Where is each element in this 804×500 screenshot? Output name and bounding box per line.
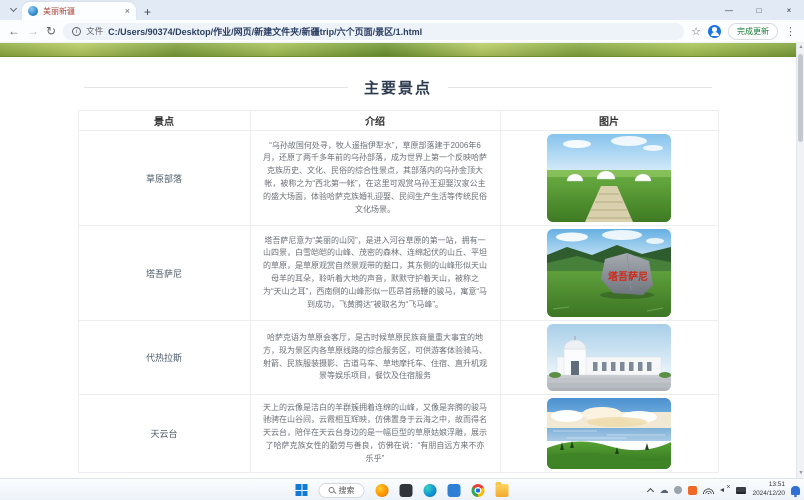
- web-page: 主要景点 景点 介绍 图片 草原部落 “乌孙故国何处寻，牧人遥指伊犁水”，草原部…: [0, 77, 804, 498]
- tab-favicon-globe-icon: [28, 6, 38, 16]
- tray-expand-icon[interactable]: [647, 487, 654, 494]
- profile-icon[interactable]: [708, 25, 721, 38]
- title-divider-right: [448, 87, 712, 88]
- tab-close-icon[interactable]: ×: [125, 7, 130, 16]
- page-viewport: 主要景点 景点 介绍 图片 草原部落 “乌孙故国何处寻，牧人遥指伊犁水”，草原部…: [0, 43, 804, 478]
- vscode-icon[interactable]: [448, 484, 461, 497]
- tianyuntai-photo: [547, 398, 671, 469]
- tab-title: 美丽新疆: [43, 6, 120, 17]
- dark-app-icon[interactable]: [400, 484, 413, 497]
- scroll-up-icon[interactable]: ▲: [797, 43, 804, 52]
- laptop-icon[interactable]: [736, 487, 746, 494]
- page-title-row: 主要景点: [84, 77, 712, 98]
- table-row: 草原部落 “乌孙故国何处寻，牧人遥指伊犁水”，草原部落建于2006年6月，还原了…: [78, 131, 718, 226]
- wifi-icon[interactable]: [703, 487, 714, 494]
- grassland-tribe-photo: [547, 134, 671, 222]
- header-image: 图片: [500, 111, 718, 131]
- notification-bell-icon[interactable]: [791, 486, 800, 495]
- attraction-name-cell: 天云台: [78, 395, 250, 473]
- taskbar: 搜索 ☁ 13:51 2024/12/20: [0, 478, 804, 500]
- reload-button[interactable]: ↻: [46, 25, 56, 37]
- tab-strip: 美丽新疆 × + — □ ×: [0, 0, 804, 20]
- system-tray: ☁ 13:51 2024/12/20: [648, 479, 800, 500]
- scroll-thumb[interactable]: [798, 54, 803, 142]
- firefox-icon[interactable]: [376, 484, 389, 497]
- back-button[interactable]: ←: [8, 25, 20, 37]
- table-row: 塔吾萨尼 塔吾萨尼意为“美丽的山冈”，是进入河谷草原的第一站，拥有一山四景，白雪…: [78, 226, 718, 321]
- search-icon: [329, 487, 335, 493]
- time-text: 13:51: [752, 481, 785, 490]
- update-button[interactable]: 完成更新: [728, 23, 778, 40]
- scroll-down-icon[interactable]: ▼: [797, 469, 804, 478]
- attraction-name-cell: 草原部落: [78, 131, 250, 226]
- url-text: C:/Users/90374/Desktop/作业/网页/新建文件夹/新疆tri…: [108, 25, 422, 38]
- attraction-intro-cell: 哈萨克语为草原会客厅，是古时候草原民族商量重大事宜的地方，现为景区内各草原线路的…: [250, 321, 500, 395]
- file-explorer-icon[interactable]: [496, 484, 509, 497]
- title-divider-left: [84, 87, 348, 88]
- scheme-label: 文件: [86, 25, 103, 37]
- bookmark-star-icon[interactable]: ☆: [691, 25, 701, 38]
- new-tab-button[interactable]: +: [144, 6, 151, 18]
- tray-app-orange-icon[interactable]: [688, 486, 697, 495]
- taskbar-center: 搜索: [296, 479, 509, 500]
- info-icon[interactable]: i: [72, 27, 81, 36]
- maximize-button[interactable]: □: [744, 0, 774, 20]
- attraction-intro-cell: “乌孙故国何处寻，牧人遥指伊犁水”，草原部落建于2006年6月，还原了两千多年前…: [250, 131, 500, 226]
- header-intro: 介绍: [250, 111, 500, 131]
- table-header-row: 景点 介绍 图片: [78, 111, 718, 131]
- attraction-name-cell: 塔吾萨尼: [78, 226, 250, 321]
- attraction-image-cell: [500, 321, 718, 395]
- omnibox[interactable]: i 文件 C:/Users/90374/Desktop/作业/网页/新建文件夹/…: [63, 23, 684, 40]
- browser-toolbar: ← → ↻ i 文件 C:/Users/90374/Desktop/作业/网页/…: [0, 20, 804, 43]
- grass-banner-image: [0, 43, 804, 57]
- attraction-intro-cell: 塔吾萨尼意为“美丽的山冈”，是进入河谷草原的第一站，拥有一山四景，白雪皑皑的山峰…: [250, 226, 500, 321]
- weather-cloud-icon[interactable]: ☁: [659, 486, 668, 495]
- attraction-name-cell: 代热拉斯: [78, 321, 250, 395]
- page-scrollbar: ▲ ▼: [796, 43, 804, 478]
- page-title: 主要景点: [364, 77, 432, 98]
- attraction-intro-cell: 天上的云像是洁白的羊群簇拥着连绵的山峰，又像是奔腾的骏马驰骋在山谷间，云霞相互辉…: [250, 395, 500, 473]
- clock[interactable]: 13:51 2024/12/20: [752, 481, 785, 499]
- rock-inscription: 塔吾萨尼: [608, 270, 648, 283]
- date-text: 2024/12/20: [752, 490, 785, 499]
- close-button[interactable]: ×: [774, 0, 804, 20]
- tray-app-icon[interactable]: [674, 486, 682, 494]
- minimize-button[interactable]: —: [714, 0, 744, 20]
- start-button[interactable]: [296, 484, 308, 496]
- header-attraction: 景点: [78, 111, 250, 131]
- attraction-image-cell: 塔吾萨尼: [500, 226, 718, 321]
- edge-icon[interactable]: [424, 484, 437, 497]
- attractions-table: 景点 介绍 图片 草原部落 “乌孙故国何处寻，牧人遥指伊犁水”，草原部落建于20…: [78, 110, 719, 473]
- chevron-down-icon: [9, 5, 16, 12]
- attraction-image-cell: [500, 131, 718, 226]
- table-row: 天云台 天上的云像是洁白的羊群簇拥着连绵的山峰，又像是奔腾的骏马驰骋在山谷间，云…: [78, 395, 718, 473]
- taskbar-search[interactable]: 搜索: [319, 483, 365, 498]
- menu-icon[interactable]: ⋮: [785, 25, 796, 38]
- forward-button[interactable]: →: [27, 25, 39, 37]
- search-label: 搜索: [339, 485, 355, 496]
- tawusani-photo: 塔吾萨尼: [547, 229, 671, 317]
- table-row: 代热拉斯 哈萨克语为草原会客厅，是古时候草原民族商量重大事宜的地方，现为景区内各…: [78, 321, 718, 395]
- visitor-center-photo: [547, 324, 671, 391]
- chrome-icon[interactable]: [472, 484, 485, 497]
- volume-muted-icon[interactable]: [720, 486, 730, 494]
- tab-search-icon[interactable]: [4, 1, 22, 19]
- browser-tab[interactable]: 美丽新疆 ×: [22, 2, 136, 20]
- window-controls: — □ ×: [714, 0, 804, 20]
- attraction-image-cell: [500, 395, 718, 473]
